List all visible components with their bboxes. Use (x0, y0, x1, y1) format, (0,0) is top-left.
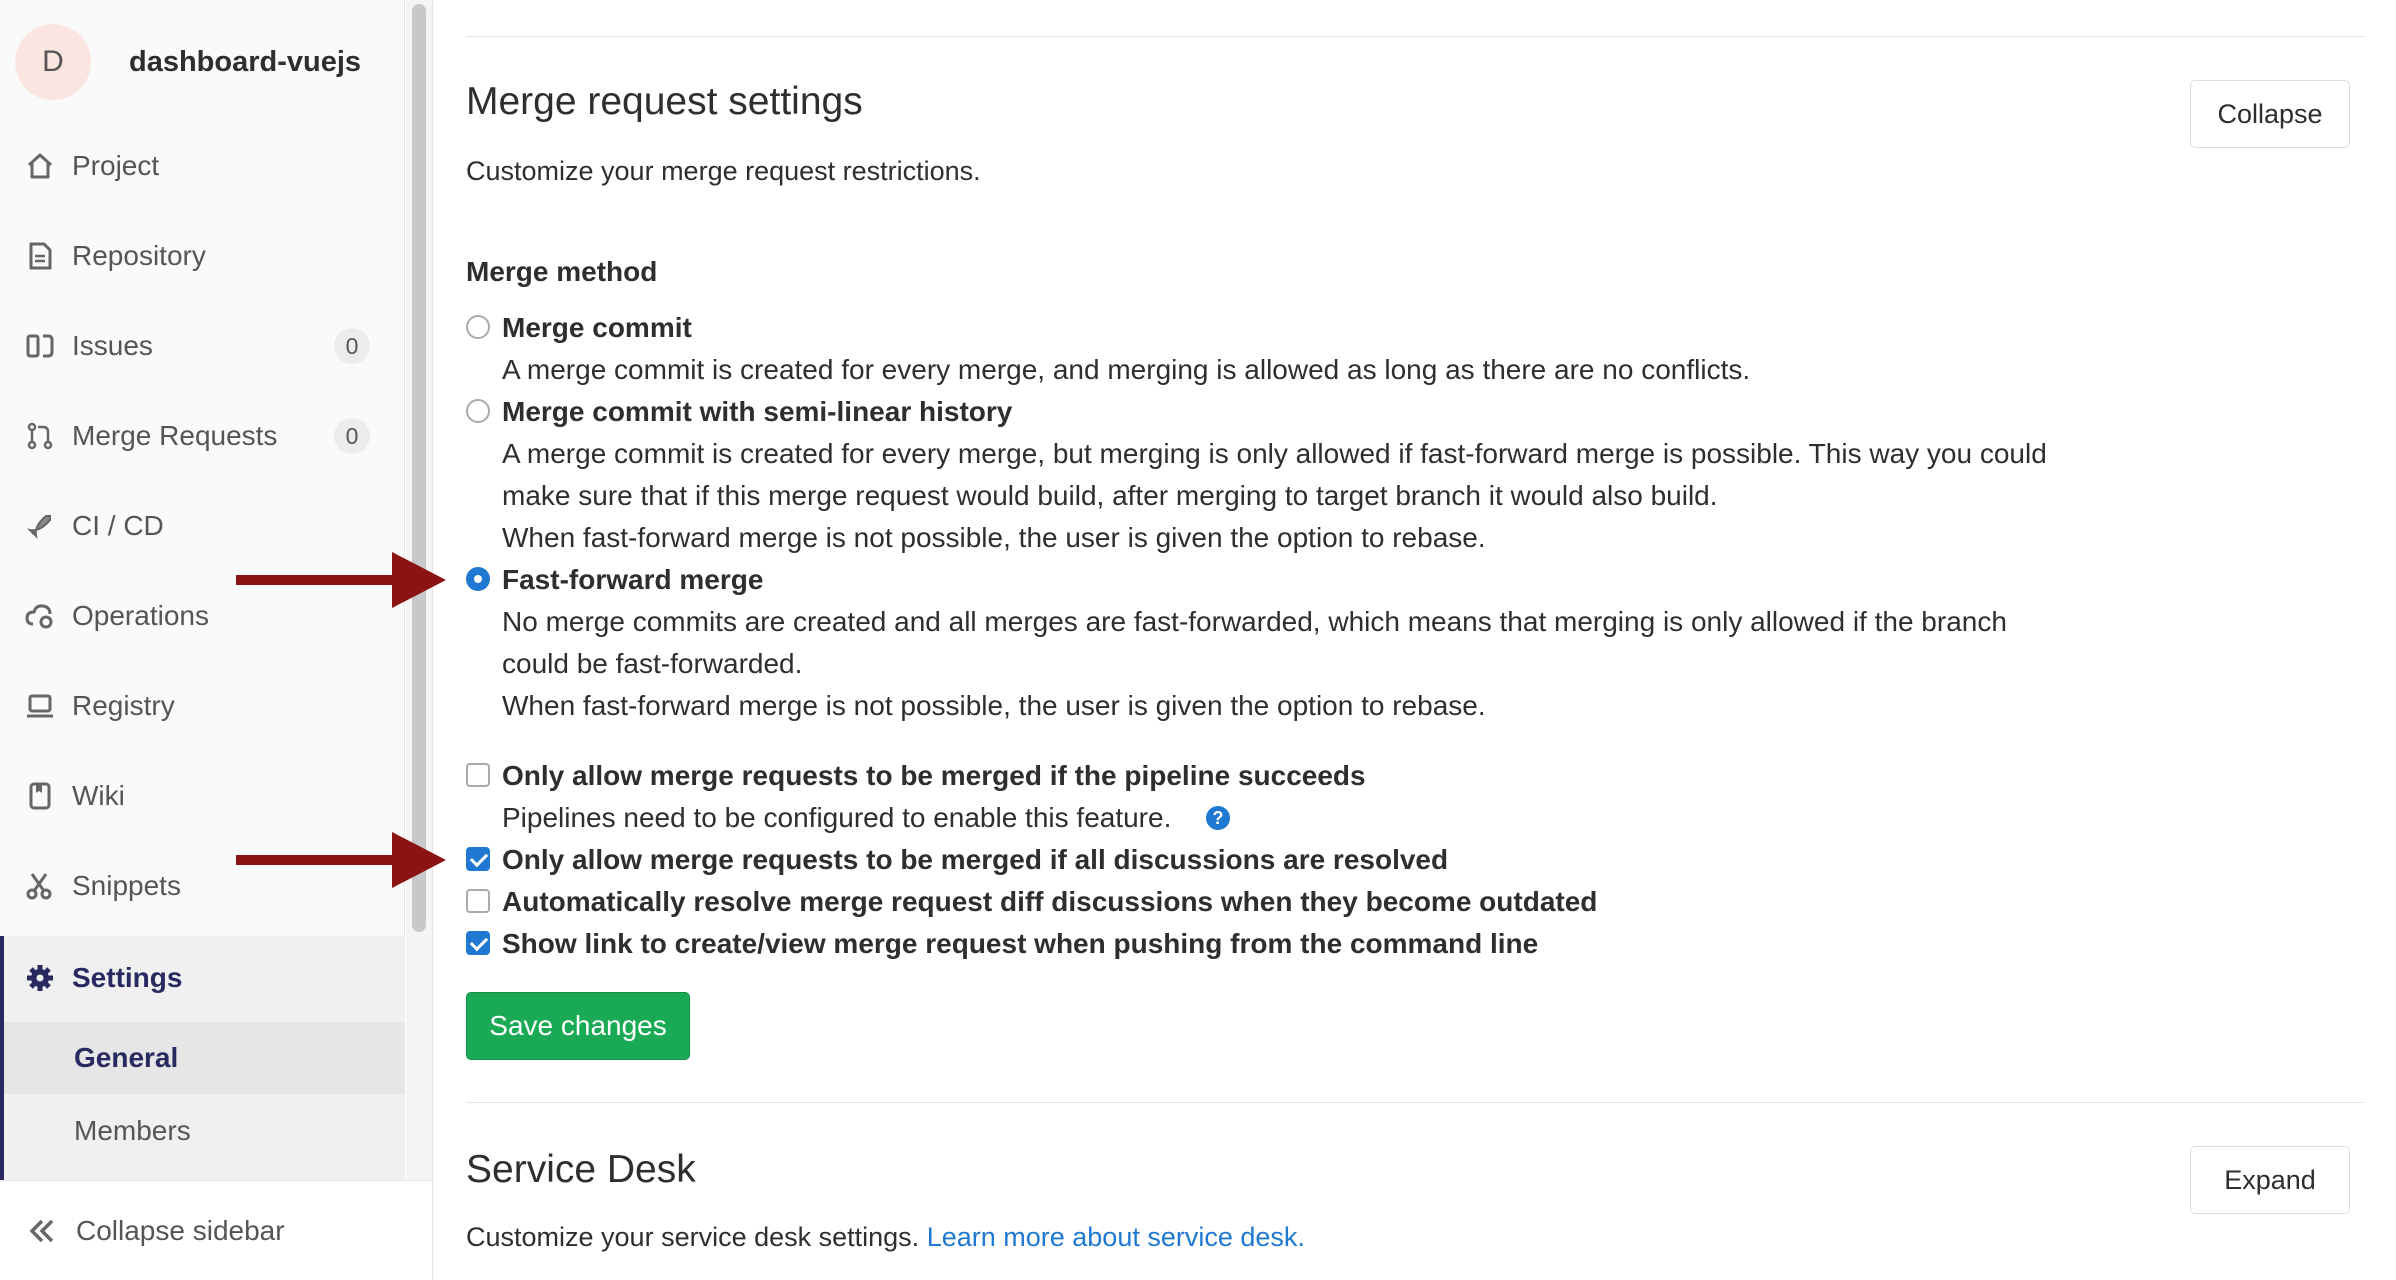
semi-linear-label[interactable]: Merge commit with semi-linear history (502, 396, 1012, 428)
fast-forward-help-line-3: When fast-forward merge is not possible,… (502, 690, 1486, 721)
gear-icon (24, 962, 56, 994)
scissors-icon (24, 870, 56, 902)
merge-settings-description: Customize your merge request restriction… (466, 156, 981, 186)
merge-method-label: Merge method (466, 256, 658, 287)
annotation-arrow-fast-forward (236, 552, 446, 608)
merge-settings-title: Merge request settings (466, 80, 863, 123)
fast-forward-label[interactable]: Fast-forward merge (502, 564, 763, 596)
rocket-icon (24, 510, 56, 542)
home-icon (24, 150, 56, 182)
fast-forward-help-line-2: could be fast-forwarded. (502, 648, 803, 679)
sidebar-item-settings[interactable]: Settings (0, 936, 405, 1020)
sidebar-item-label: Project (72, 150, 160, 181)
sidebar: D dashboard-vuejs Project Repository Iss… (0, 0, 405, 1280)
pipeline-succeeds-label[interactable]: Only allow merge requests to be merged i… (502, 760, 1366, 792)
project-avatar[interactable]: D (15, 24, 91, 100)
sidebar-item-label: Merge Requests (72, 420, 278, 451)
sidebar-item-repository[interactable]: Repository (0, 216, 405, 296)
show-link-checkbox[interactable] (466, 931, 490, 955)
save-changes-button[interactable]: Save changes (466, 992, 690, 1060)
sidebar-item-wiki[interactable]: Wiki (0, 756, 405, 836)
book-icon (24, 780, 56, 812)
service-desk-title: Service Desk (466, 1148, 696, 1191)
project-header[interactable]: D dashboard-vuejs (15, 17, 361, 107)
sidebar-item-project[interactable]: Project (0, 126, 405, 206)
settings-submenu: General Members (0, 1020, 405, 1180)
service-desk-description-row: Customize your service desk settings. Le… (466, 1222, 1305, 1253)
sidebar-subitem-general[interactable]: General (4, 1022, 405, 1094)
discussions-resolved-label[interactable]: Only allow merge requests to be merged i… (502, 844, 1448, 876)
service-desk-learn-more-link[interactable]: Learn more about service desk. (927, 1222, 1305, 1252)
fast-forward-help-line-1: No merge commits are created and all mer… (502, 606, 2007, 637)
service-desk-description: Customize your service desk settings. (466, 1222, 920, 1252)
semi-linear-radio[interactable] (466, 399, 490, 423)
collapse-button[interactable]: Collapse (2190, 80, 2350, 148)
auto-resolve-label[interactable]: Automatically resolve merge request diff… (502, 886, 1597, 918)
fast-forward-radio[interactable] (466, 567, 490, 591)
sidebar-item-label: Settings (72, 962, 183, 993)
sidebar-item-label: Repository (72, 240, 206, 271)
sidebar-item-label: Registry (72, 690, 175, 721)
issues-icon (24, 330, 56, 362)
merge-requests-count-badge: 0 (334, 418, 370, 454)
sidebar-item-label: CI / CD (72, 510, 164, 541)
discussions-resolved-checkbox[interactable] (466, 847, 490, 871)
sidebar-item-registry[interactable]: Registry (0, 666, 405, 746)
sidebar-item-merge-requests[interactable]: Merge Requests 0 (0, 396, 405, 476)
merge-commit-radio[interactable] (466, 315, 490, 339)
auto-resolve-checkbox[interactable] (466, 889, 490, 913)
main-content (432, 0, 2396, 1280)
annotation-arrow-discussions (236, 832, 446, 888)
pipeline-succeeds-help: Pipelines need to be configured to enabl… (502, 802, 1172, 833)
pipeline-succeeds-checkbox[interactable] (466, 763, 490, 787)
merge-commit-label[interactable]: Merge commit (502, 312, 692, 344)
project-name[interactable]: dashboard-vuejs (129, 46, 361, 79)
sidebar-item-label: Issues (72, 330, 153, 361)
help-icon[interactable]: ? (1206, 806, 1230, 830)
sidebar-item-label: Operations (72, 600, 209, 631)
doc-icon (24, 240, 56, 272)
sidebar-scrollbar[interactable] (412, 4, 426, 932)
semi-linear-help-line-2: make sure that if this merge request wou… (502, 480, 1718, 511)
sidebar-item-label: Wiki (72, 780, 125, 811)
sidebar-subitem-members[interactable]: Members (4, 1095, 405, 1167)
cloud-gear-icon (24, 600, 56, 632)
expand-button[interactable]: Expand (2190, 1146, 2350, 1214)
issues-count-badge: 0 (334, 328, 370, 364)
collapse-sidebar-label: Collapse sidebar (76, 1214, 285, 1246)
section-divider (466, 36, 2364, 37)
merge-request-icon (24, 420, 56, 452)
merge-commit-help: A merge commit is created for every merg… (502, 354, 1751, 385)
laptop-icon (24, 690, 56, 722)
show-link-label[interactable]: Show link to create/view merge request w… (502, 928, 1538, 960)
sidebar-item-issues[interactable]: Issues 0 (0, 306, 405, 386)
semi-linear-help-line-3: When fast-forward merge is not possible,… (502, 522, 1486, 553)
semi-linear-help-line-1: A merge commit is created for every merg… (502, 438, 2047, 469)
double-chevron-left-icon (26, 1215, 58, 1247)
collapse-sidebar-button[interactable]: Collapse sidebar (0, 1180, 432, 1280)
section-divider (466, 1102, 2364, 1103)
sidebar-item-label: Snippets (72, 870, 181, 901)
